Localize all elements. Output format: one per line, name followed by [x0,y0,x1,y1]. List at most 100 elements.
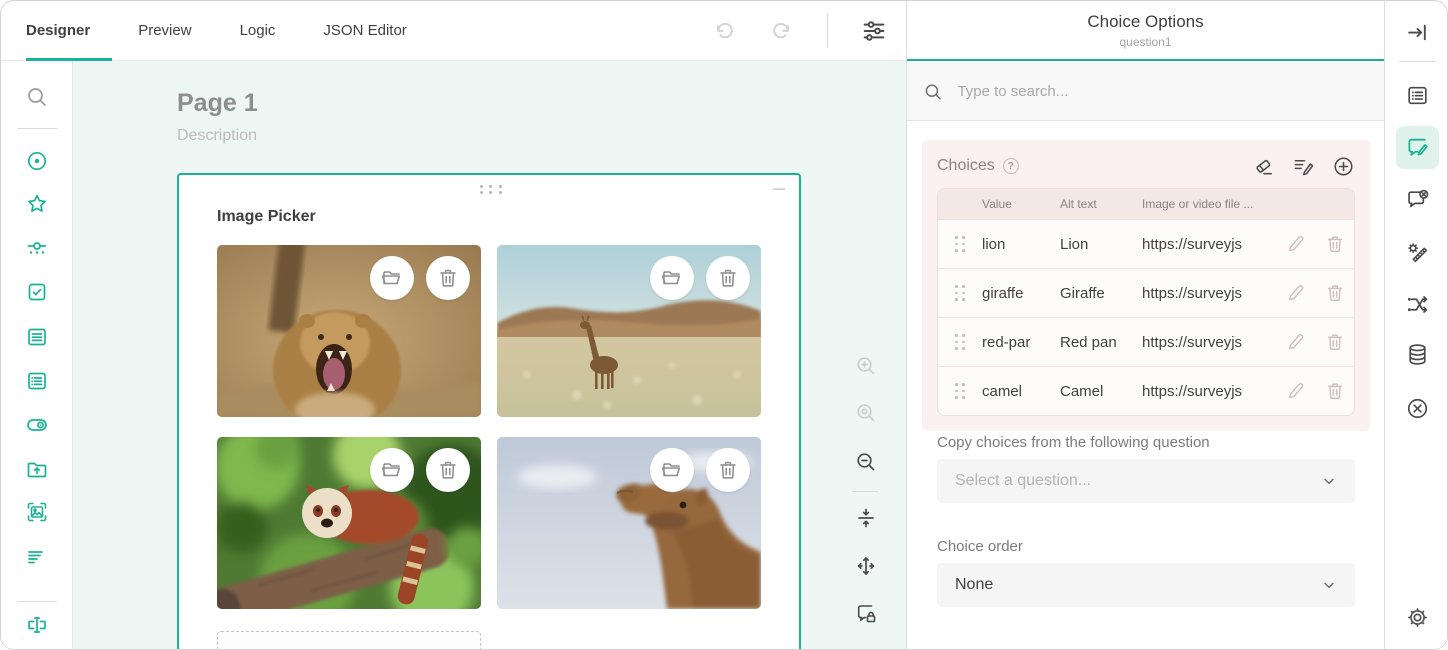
choice-file[interactable]: https://surveyjs [1142,334,1276,351]
canvas-controls [852,61,880,650]
file-upload-icon[interactable] [25,457,49,481]
row-drag-handle-icon[interactable] [953,332,967,352]
rating-icon[interactable] [25,192,49,216]
add-choice-icon[interactable] [1332,155,1355,178]
data-icon[interactable] [1405,342,1430,367]
page-title[interactable]: Page 1 [177,89,258,118]
validation-icon[interactable] [1405,396,1430,421]
choice-alt[interactable]: Camel [1060,383,1142,400]
boolean-toggle-icon[interactable] [25,413,49,437]
folder-icon [380,458,404,482]
comment-icon[interactable] [25,545,49,569]
copy-choices-label: Copy choices from the following question [937,434,1357,451]
delete-image-button[interactable] [706,448,750,492]
logic-icon[interactable] [1405,292,1430,317]
zoom-default-icon[interactable] [854,401,878,425]
choice-order-value: None [955,576,993,594]
dropdown-icon[interactable] [25,325,49,349]
row-drag-handle-icon[interactable] [953,381,967,401]
settings-gear-icon[interactable] [1405,605,1430,630]
trash-icon [436,458,460,482]
tab-logic[interactable]: Logic [240,1,298,60]
mask-settings-icon[interactable] [1405,240,1430,265]
choose-image-button[interactable] [370,448,414,492]
choice-row-giraffe: giraffe Giraffe https://surveyjs [938,268,1354,317]
tab-preview[interactable]: Preview [138,1,213,60]
choice-file[interactable]: https://surveyjs [1142,236,1276,253]
search-icon[interactable] [25,85,49,109]
choose-image-button[interactable] [370,256,414,300]
delete-image-button[interactable] [426,448,470,492]
edit-row-icon[interactable] [1285,282,1307,304]
delete-row-icon[interactable] [1324,331,1346,353]
image-picker-icon[interactable] [25,500,49,524]
tab-json-editor[interactable]: JSON Editor [323,1,428,60]
choice-value[interactable]: red-par [982,334,1060,351]
image-choice-red-panda[interactable] [217,437,481,609]
clear-choices-icon[interactable] [1252,155,1275,178]
tab-designer[interactable]: Designer [26,1,112,60]
collapse-all-icon[interactable] [854,506,878,530]
delete-row-icon[interactable] [1324,282,1346,304]
trash-icon [436,266,460,290]
question-title[interactable]: Image Picker [217,208,316,226]
property-search-bar [907,63,1384,121]
choose-image-button[interactable] [650,256,694,300]
lock-questions-icon[interactable] [854,602,878,626]
choice-file[interactable]: https://surveyjs [1142,383,1276,400]
choices-settings-icon[interactable] [1396,126,1439,169]
single-input-icon[interactable] [25,613,49,637]
conditions-icon[interactable] [1405,187,1430,212]
zoom-in-icon[interactable] [854,354,878,378]
copy-choices-value: Select a question... [955,472,1091,490]
delete-row-icon[interactable] [1324,233,1346,255]
edit-row-icon[interactable] [1285,233,1307,255]
choices-label: Choices [937,157,995,175]
choice-alt[interactable]: Lion [1060,236,1142,253]
choice-alt[interactable]: Red pan [1060,334,1142,351]
edit-choices-text-icon[interactable] [1292,155,1315,178]
image-choice-giraffe[interactable] [497,245,761,417]
property-search-input[interactable] [955,82,1368,101]
zoom-out-icon[interactable] [854,450,878,474]
page-description[interactable]: Description [177,127,257,145]
add-image-placeholder[interactable] [217,631,481,650]
choose-image-button[interactable] [650,448,694,492]
edit-row-icon[interactable] [1285,331,1307,353]
expand-all-icon[interactable] [854,554,878,578]
delete-image-button[interactable] [426,256,470,300]
redo-icon[interactable] [769,18,795,44]
delete-image-button[interactable] [706,256,750,300]
choices-table: Value Alt text Image or video file ... l… [937,188,1355,416]
choice-value[interactable]: lion [982,236,1060,253]
collapse-panel-icon[interactable] [1405,20,1430,45]
row-drag-handle-icon[interactable] [953,283,967,303]
choice-alt[interactable]: Giraffe [1060,285,1142,302]
undo-icon[interactable] [711,18,737,44]
column-image-file: Image or video file ... [1142,197,1276,211]
edit-row-icon[interactable] [1285,380,1307,402]
general-settings-icon[interactable] [1405,83,1430,108]
choice-value[interactable]: camel [982,383,1060,400]
choice-file[interactable]: https://surveyjs [1142,285,1276,302]
choices-section: Choices ? [922,140,1370,431]
radiogroup-icon[interactable] [25,149,49,173]
choice-row-lion: lion Lion https://surveyjs [938,219,1354,268]
question-card[interactable]: — Image Picker [177,173,801,650]
choice-order-dropdown[interactable]: None [937,563,1355,607]
collapse-question-icon[interactable]: — [773,181,785,195]
image-choice-lion[interactable] [217,245,481,417]
multiselect-dropdown-icon[interactable] [25,369,49,393]
chevron-down-icon [1321,577,1337,593]
choice-value[interactable]: giraffe [982,285,1060,302]
survey-settings-icon[interactable] [860,17,888,45]
copy-choices-dropdown[interactable]: Select a question... [937,459,1355,503]
image-choice-camel[interactable] [497,437,761,609]
slider-icon[interactable] [25,237,49,261]
row-drag-handle-icon[interactable] [953,234,967,254]
drag-handle-icon[interactable] [477,183,505,195]
checkbox-icon[interactable] [25,280,49,304]
help-icon[interactable]: ? [1003,158,1019,174]
folder-icon [660,266,684,290]
delete-row-icon[interactable] [1324,380,1346,402]
